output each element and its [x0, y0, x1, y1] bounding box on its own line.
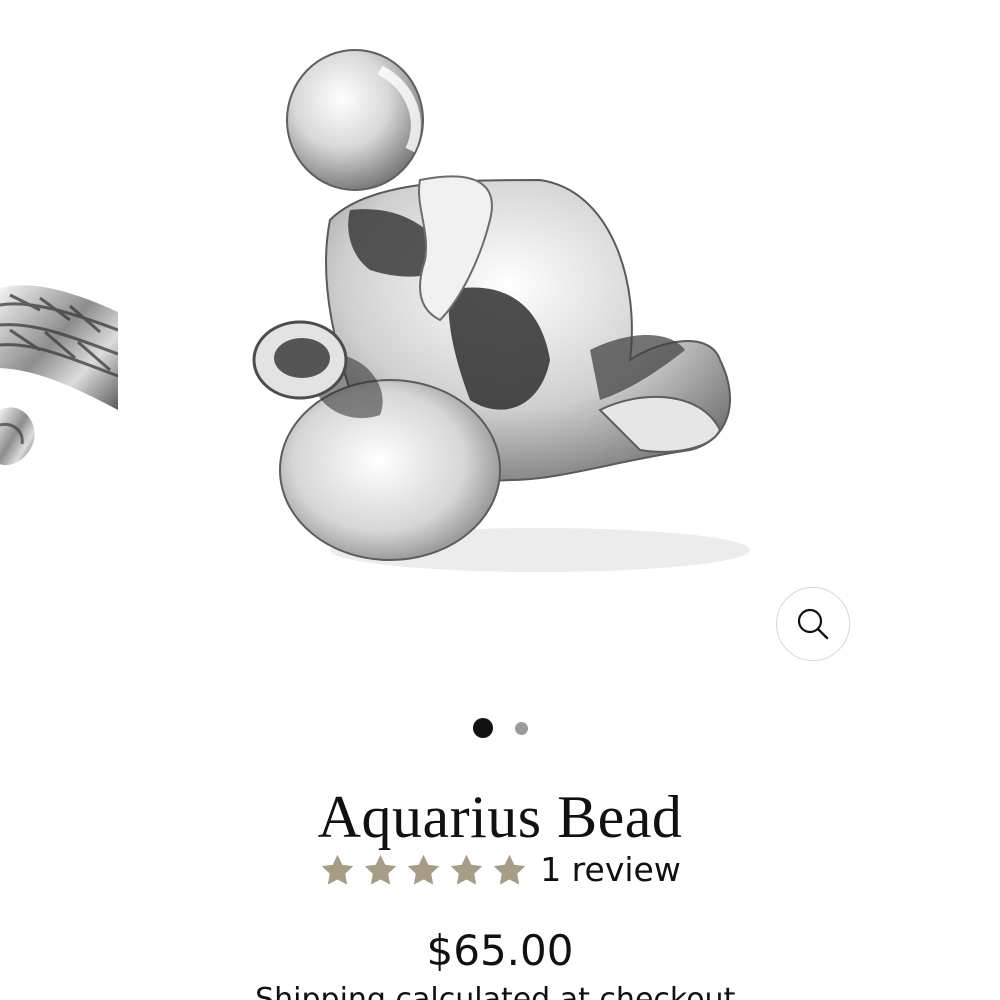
shipping-suffix: . [735, 982, 745, 1000]
product-page: Aquarius Bead 1 review $65.00 Shipping c… [0, 0, 1000, 1000]
star-icon [493, 854, 526, 885]
product-gallery[interactable] [0, 0, 1000, 700]
magnifier-icon [797, 608, 829, 640]
pagination-dot-2[interactable] [514, 721, 528, 735]
review-count-link[interactable]: 1 review [540, 850, 681, 890]
product-title: Aquarius Bead [317, 784, 683, 850]
shipping-note: Shipping calculated at checkout. [0, 982, 1000, 1000]
main-product-image[interactable] [240, 30, 760, 590]
star-icon [364, 854, 397, 885]
star-icon [321, 854, 354, 885]
star-icon [407, 854, 440, 885]
shipping-text: Shipping [255, 982, 396, 1000]
shipping-policy-link[interactable]: calculated at checkout [396, 982, 736, 1000]
product-price: $65.00 [426, 926, 574, 975]
aquarius-bead-image [252, 49, 750, 572]
zoom-button[interactable] [776, 587, 850, 661]
pagination-dot-1[interactable] [472, 718, 493, 738]
rating-row: 1 review [0, 850, 1000, 890]
bracelet-image [0, 285, 118, 466]
previous-slide-image[interactable] [0, 250, 118, 510]
star-rating[interactable] [319, 852, 528, 889]
star-icon [450, 854, 483, 885]
gallery-pagination [0, 716, 1000, 740]
